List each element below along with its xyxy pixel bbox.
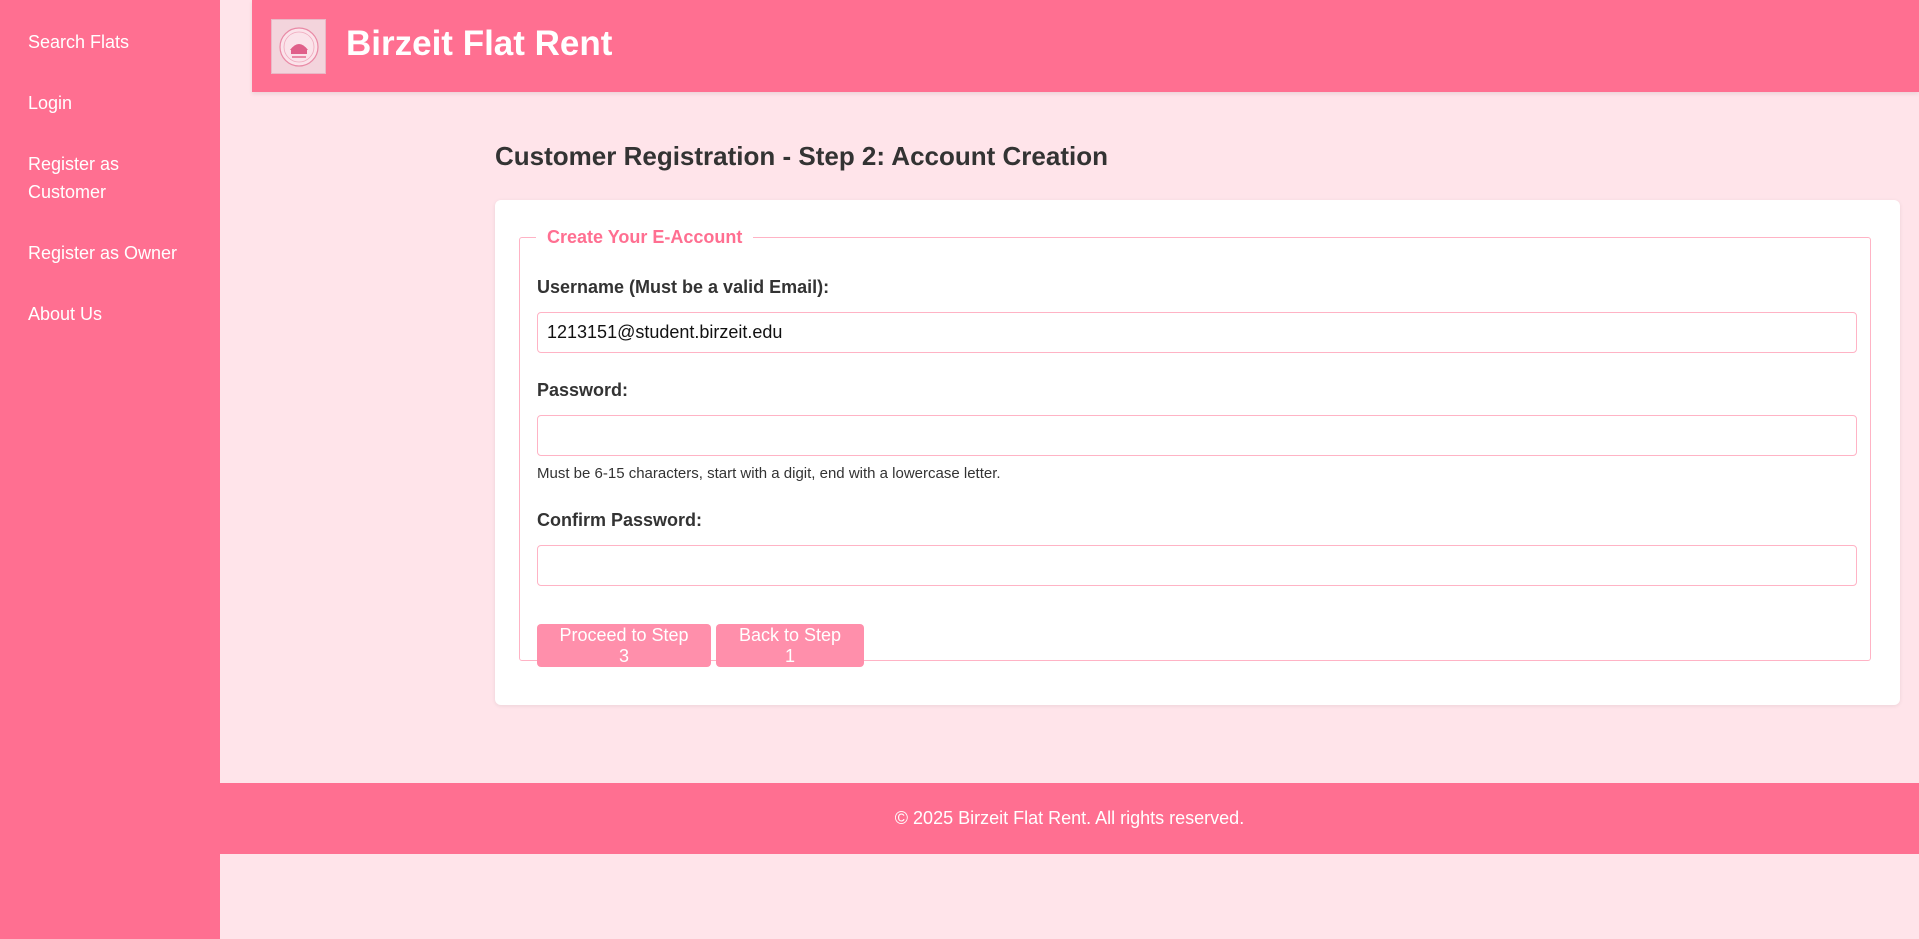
- confirm-password-label: Confirm Password:: [537, 510, 703, 530]
- site-footer: © 2025 Birzeit Flat Rent. All rights res…: [220, 783, 1919, 854]
- password-input[interactable]: [537, 415, 1857, 456]
- password-label: Password:: [537, 380, 629, 400]
- footer-text: © 2025 Birzeit Flat Rent. All rights res…: [894, 808, 1245, 828]
- sidebar-item-register-customer[interactable]: Register as Customer: [0, 150, 170, 206]
- username-label: Username (Must be a valid Email):: [537, 277, 830, 297]
- sidebar-item-about-us[interactable]: About Us: [0, 300, 220, 328]
- sidebar: Search Flats Login Register as Customer …: [0, 0, 220, 939]
- site-title: Birzeit Flat Rent: [346, 24, 613, 63]
- fieldset-legend: Create Your E-Account: [547, 227, 743, 247]
- account-fieldset: Create Your E-Account Username (Must be …: [519, 227, 1871, 667]
- site-header: Birzeit Flat Rent: [252, 0, 1919, 92]
- password-hint: Must be 6-15 characters, start with a di…: [537, 465, 1001, 482]
- sidebar-item-search-flats[interactable]: Search Flats: [0, 28, 220, 56]
- confirm-password-input[interactable]: [537, 545, 1857, 586]
- username-input[interactable]: [537, 312, 1857, 353]
- registration-card: Create Your E-Account Username (Must be …: [495, 200, 1900, 705]
- page-title: Customer Registration - Step 2: Account …: [495, 141, 1108, 171]
- sidebar-item-register-owner[interactable]: Register as Owner: [0, 239, 220, 267]
- logo-icon[interactable]: [271, 19, 326, 74]
- proceed-step3-button[interactable]: Proceed to Step 3: [537, 624, 711, 667]
- sidebar-item-login[interactable]: Login: [0, 89, 220, 117]
- back-step1-button[interactable]: Back to Step 1: [716, 624, 864, 667]
